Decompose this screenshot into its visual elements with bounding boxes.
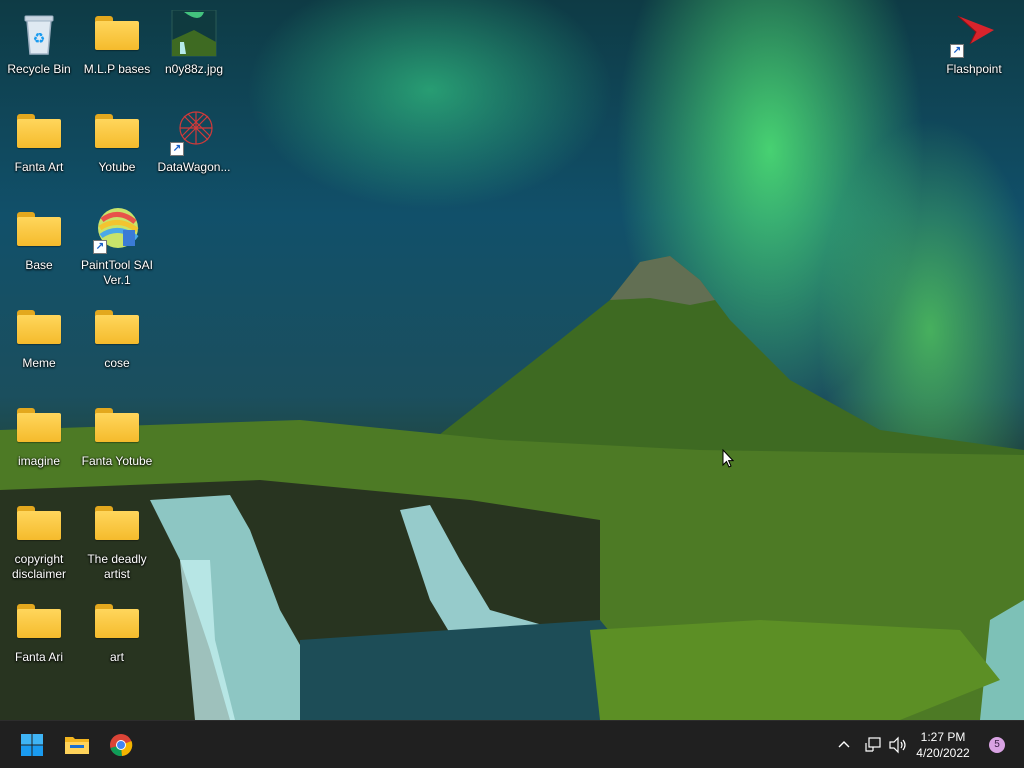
desktop-icon-label: copyright disclaimer [11,552,66,581]
show-hidden-icons-button[interactable] [836,721,852,769]
shortcut-arrow-icon: ↗ [93,240,107,254]
desktop-icon-label: Fanta Ari [14,650,64,664]
network-button[interactable] [864,721,882,769]
notification-badge[interactable]: 5 [989,737,1005,753]
clock[interactable]: 1:27 PM 4/20/2022 [908,729,978,761]
chrome-icon [110,734,133,757]
desktop-icon-label: DataWagon... [157,160,231,174]
desktop-icon-label: Yotube [98,160,136,174]
shortcut-arrow-icon: ↗ [950,44,964,58]
clock-date: 4/20/2022 [916,746,970,760]
desktop-icon-label: Fanta Art [14,160,64,174]
desktop-icon-yotube[interactable]: Yotube [79,102,155,175]
desktop-icon-label: Flashpoint [946,62,1002,76]
datawagon-icon: ↗ [170,108,218,156]
taskbar: 1:27 PM 4/20/2022 5 [0,720,1024,768]
windows-start-icon [21,734,43,756]
desktop-icon-label: Fanta Yotube [81,454,153,468]
folder-icon [93,598,141,646]
desktop-icon-cose[interactable]: cose [79,298,155,371]
flashpoint-icon: ↗ [950,10,998,58]
mouse-cursor-icon [722,448,735,469]
folder-icon [15,206,63,254]
folder-icon [93,500,141,548]
desktop-icon-fanta-art[interactable]: Fanta Art [1,102,77,175]
desktop-icon-label: M.L.P bases [83,62,151,76]
desktop-icon-label: Meme [22,356,56,370]
desktop-icon-the-deadly-artist[interactable]: The deadly artist [79,494,155,582]
folder-icon [15,598,63,646]
desktop-icon-n0y88z-jpg[interactable]: n0y88z.jpg [156,4,232,77]
desktop-icon-recycle-bin[interactable]: ♻ Recycle Bin [1,4,77,77]
folder-icon [93,402,141,450]
desktop-icon-label: cose [104,356,130,370]
desktop-icon-meme[interactable]: Meme [1,298,77,371]
desktop-icon-art[interactable]: art [79,592,155,665]
file-explorer-icon [65,737,89,754]
desktop-icon-label: PaintTool SAI Ver.1 [80,258,154,287]
recycle-bin-icon: ♻ [15,10,63,58]
desktop-icon-label: art [109,650,124,664]
desktop-icon-label: Base [25,258,53,272]
chrome-button[interactable] [105,729,137,761]
desktop-icon-datawagon[interactable]: ↗ DataWagon... [156,102,232,175]
folder-icon [93,10,141,58]
desktop-icon-label: imagine [17,454,61,468]
desktop-icon-label: Recycle Bin [7,62,71,76]
folder-icon [15,402,63,450]
clock-time: 1:27 PM [920,730,966,744]
file-explorer-button[interactable] [61,729,93,761]
desktop-icon-base[interactable]: Base [1,200,77,273]
chevron-up-icon [838,741,850,748]
image-thumbnail-icon [170,9,218,58]
shortcut-arrow-icon: ↗ [170,142,184,156]
folder-icon [15,500,63,548]
desktop-icon-painttool-sai[interactable]: ↗ PaintTool SAI Ver.1 [79,200,155,288]
desktop-icon-flashpoint[interactable]: ↗ Flashpoint [936,4,1012,77]
svg-text:♻: ♻ [33,31,46,47]
desktop-icon-imagine[interactable]: imagine [1,396,77,469]
desktop-icon-label: The deadly artist [87,552,147,581]
desktop-icon-fanta-yotube[interactable]: Fanta Yotube [79,396,155,469]
desktop-icon-copyright-disclaimer[interactable]: copyright disclaimer [1,494,77,582]
start-button[interactable] [16,729,48,761]
folder-icon [93,304,141,352]
desktop-icon-mlp-bases[interactable]: M.L.P bases [79,4,155,77]
desktop-icon-fanta-ari[interactable]: Fanta Ari [1,592,77,665]
folder-icon [93,108,141,156]
speaker-icon [889,736,906,754]
network-icon [865,737,881,752]
folder-icon [15,304,63,352]
desktop-icon-label: n0y88z.jpg [164,62,224,76]
folder-icon [15,108,63,156]
painttool-sai-icon: ↗ [93,206,141,254]
volume-button[interactable] [888,721,908,769]
